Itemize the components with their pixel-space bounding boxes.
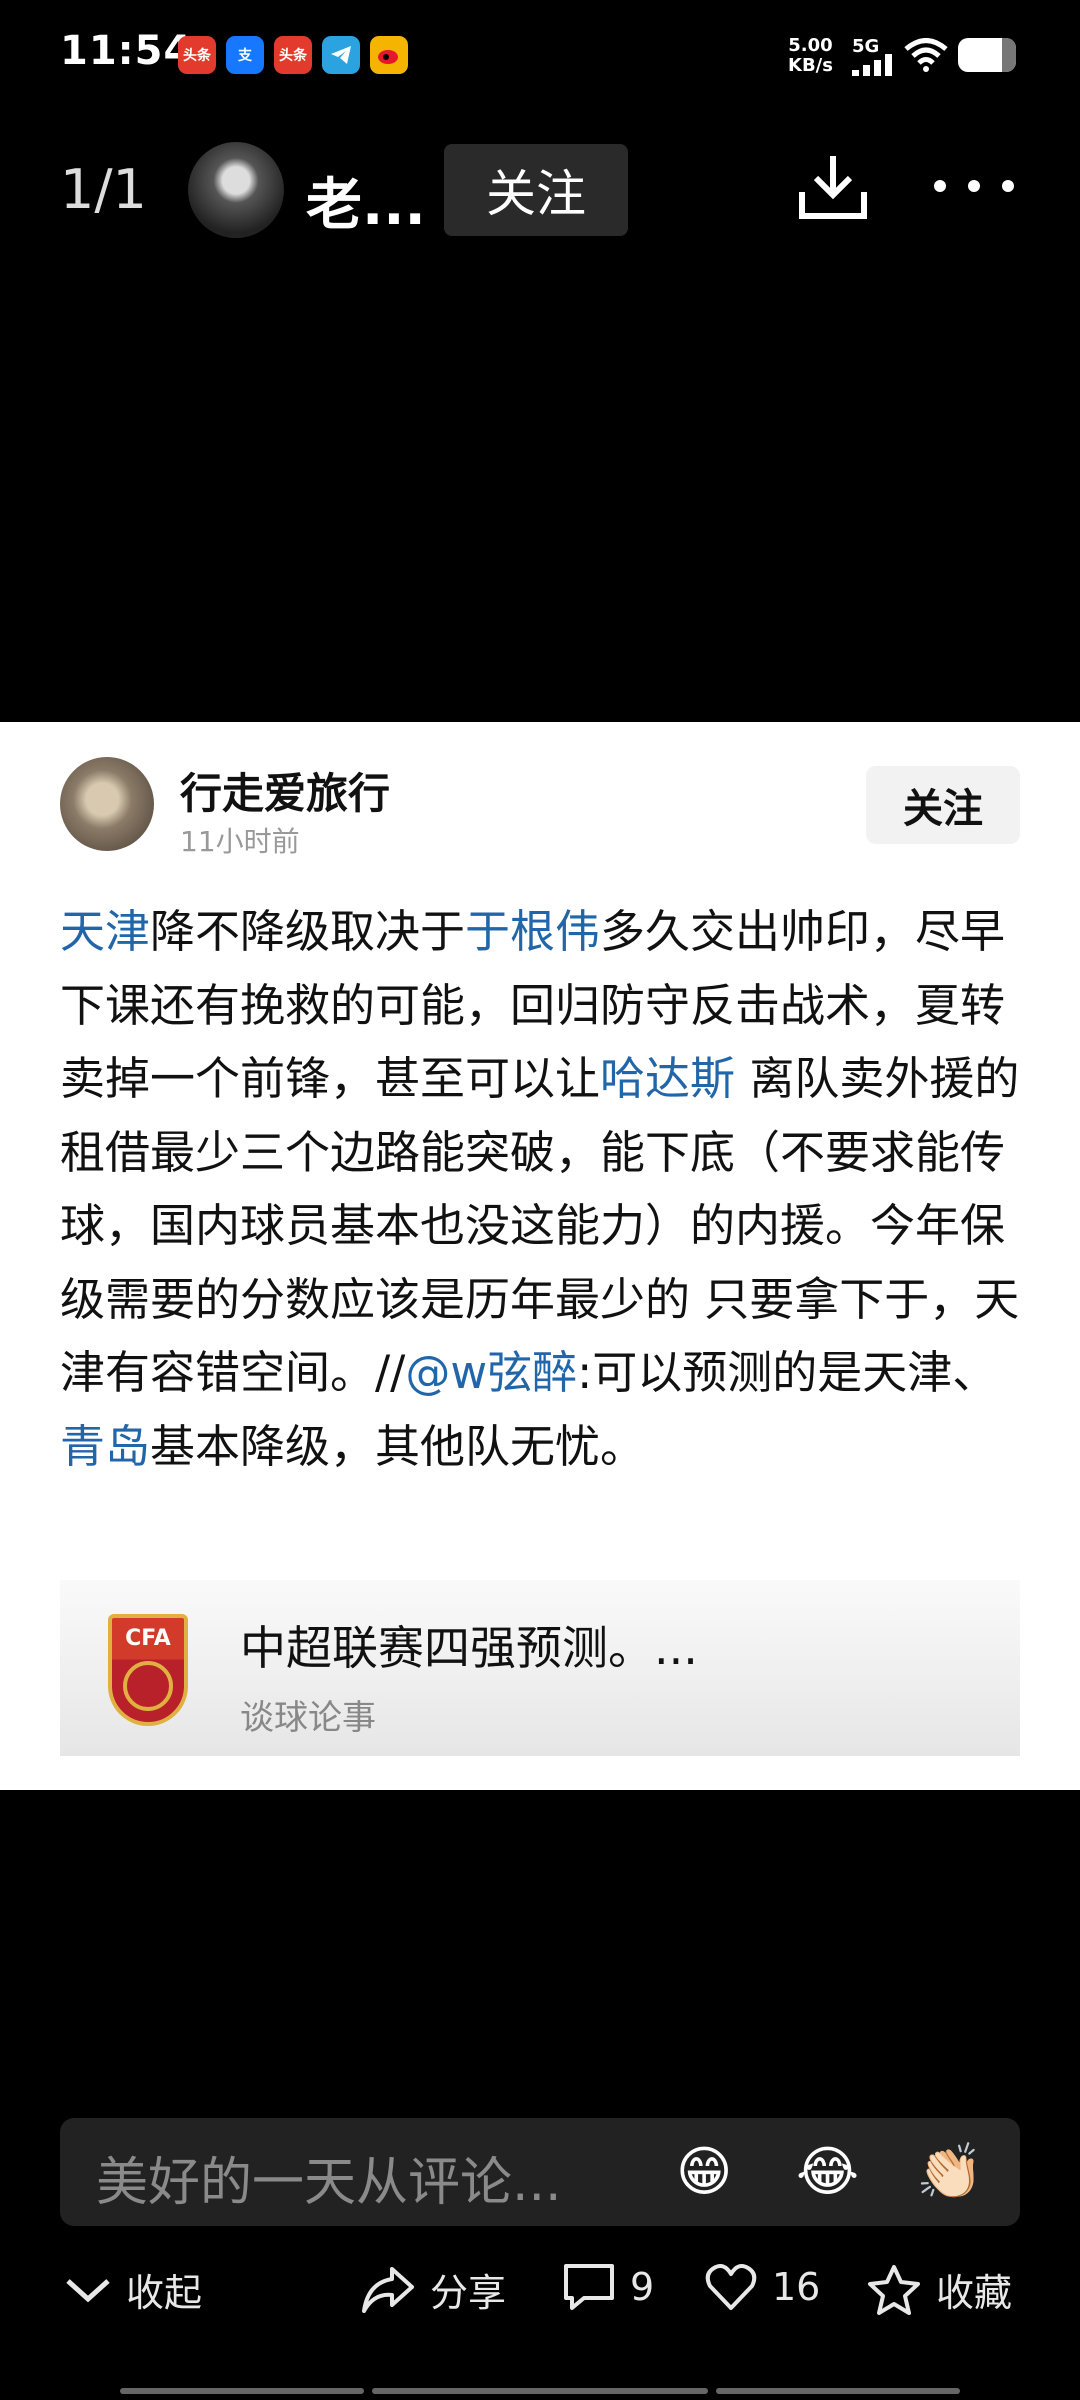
heart-icon	[705, 2264, 757, 2310]
share-label: 分享	[430, 2271, 507, 2315]
post-author-name[interactable]: 行走爱旅行	[180, 760, 390, 821]
cfa-logo: CFA	[108, 1614, 188, 1726]
more-options-icon[interactable]	[934, 180, 1054, 200]
toutiao-app-icon: 头条	[178, 36, 216, 74]
gesture-bar-segment	[372, 2388, 708, 2394]
post-author-avatar[interactable]	[60, 757, 154, 851]
collapse-label: 收起	[126, 2271, 203, 2315]
author-name[interactable]: 老...	[306, 160, 426, 241]
wifi-icon	[904, 38, 948, 76]
comment-button[interactable]: 9	[562, 2262, 654, 2312]
favorite-button[interactable]: 收藏	[866, 2262, 1012, 2317]
grin-emoji-button[interactable]: 😁	[676, 2140, 732, 2203]
post-link[interactable]: 哈达斯	[600, 1052, 735, 1105]
collapse-button[interactable]: 收起	[64, 2262, 202, 2317]
post-follow-button[interactable]: 关注	[866, 766, 1020, 844]
post-text: 降不降级取决于	[150, 905, 466, 958]
network-speed: 5.00 KB/s	[788, 35, 833, 76]
image-counter: 1/1	[60, 158, 147, 221]
comment-icon	[564, 2264, 614, 2310]
laugh-emoji-button[interactable]: 😂	[796, 2140, 859, 2203]
gesture-bar-segment	[120, 2388, 364, 2394]
post-link[interactable]: 天津	[60, 905, 150, 958]
post-time: 11小时前	[180, 825, 300, 858]
quoted-post-source: 谈球论事	[240, 1698, 376, 1738]
star-icon	[868, 2264, 920, 2315]
comment-placeholder: 美好的一天从评论...	[96, 2153, 562, 2213]
quoted-post-title: 中超联赛四强预测。...	[240, 1621, 698, 1675]
like-count: 16	[772, 2265, 821, 2309]
status-time: 11:54	[60, 28, 193, 74]
post-link[interactable]: 青岛	[60, 1420, 150, 1473]
gesture-bar-segment	[716, 2388, 960, 2394]
author-avatar[interactable]	[188, 142, 284, 238]
toutiao-app-icon-2: 头条	[274, 36, 312, 74]
signal-bars-icon	[852, 54, 894, 76]
weibo-app-icon	[370, 36, 408, 74]
alipay-app-icon: 支	[226, 36, 264, 74]
clap-emoji-button[interactable]: 👏🏻	[916, 2140, 983, 2204]
telegram-app-icon	[322, 36, 360, 74]
download-icon[interactable]	[796, 150, 870, 228]
post-body: 天津降不降级取决于于根伟多久交出帅印，尽早下课还有挽救的可能，回归防守反击战术，…	[60, 895, 1022, 1483]
chevron-down-icon	[66, 2278, 110, 2302]
follow-button[interactable]: 关注	[444, 144, 628, 236]
share-icon	[362, 2266, 414, 2313]
post-text: 基本降级，其他队无忧。	[150, 1419, 646, 1473]
comment-count: 9	[630, 2265, 655, 2309]
post-link[interactable]: @w弦醉	[405, 1346, 577, 1399]
post-link[interactable]: 于根伟	[465, 905, 600, 958]
battery-icon	[958, 38, 1016, 72]
share-button[interactable]: 分享	[360, 2262, 506, 2317]
like-button[interactable]: 16	[704, 2262, 820, 2312]
post-text: :可以预测的是天津、	[577, 1346, 998, 1399]
favorite-label: 收藏	[936, 2271, 1013, 2315]
